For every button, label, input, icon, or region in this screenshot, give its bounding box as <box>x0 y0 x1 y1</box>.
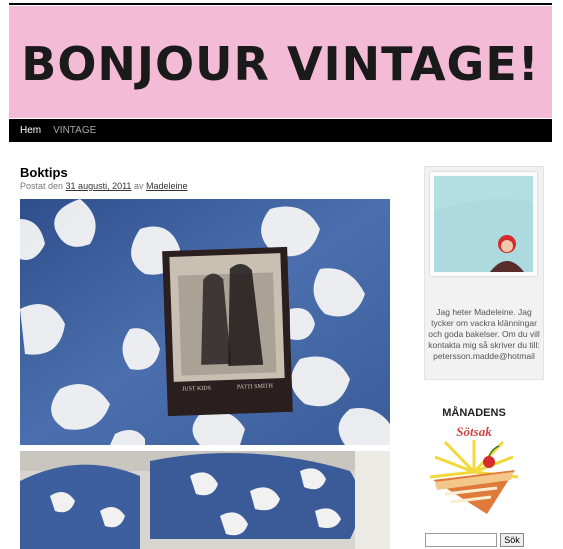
site-banner[interactable]: BONJOUR VINTAGE! <box>9 6 552 118</box>
profile-photo[interactable] <box>430 172 537 276</box>
monthly-treat-badge[interactable]: MÅNADENS Sötsak <box>425 402 523 520</box>
post-author-link[interactable]: Madeleine <box>146 181 188 191</box>
header-top-line <box>9 3 552 5</box>
post-meta-prefix: Postat den <box>20 181 64 191</box>
post-meta-by: av <box>133 181 144 191</box>
badge-title: MÅNADENS <box>442 406 506 419</box>
site-title[interactable]: BONJOUR VINTAGE! <box>21 37 539 91</box>
search-button[interactable]: Sök <box>500 533 524 547</box>
about-text: Jag heter Madeleine. Jag tycker om vackr… <box>428 307 540 361</box>
book-title-right: PATTI SMITH <box>237 383 274 390</box>
about-widget: Jag heter Madeleine. Jag tycker om vackr… <box>424 166 544 380</box>
post-meta: Postat den 31 augusti, 2011 av Madeleine <box>20 181 188 191</box>
post-date-link[interactable]: 31 augusti, 2011 <box>66 181 132 191</box>
post-photo-book: JUST KIDS PATTI SMITH <box>20 199 390 445</box>
nav-item-hem[interactable]: Hem <box>9 125 47 136</box>
search-input[interactable] <box>425 533 497 547</box>
post-title[interactable]: Boktips <box>20 165 68 180</box>
post-photo-pillows <box>20 451 390 549</box>
main-nav: Hem VINTAGE <box>9 119 552 142</box>
nav-item-vintage[interactable]: VINTAGE <box>47 125 102 136</box>
badge-subtitle: Sötsak <box>456 424 492 439</box>
book-title-left: JUST KIDS <box>182 386 211 393</box>
